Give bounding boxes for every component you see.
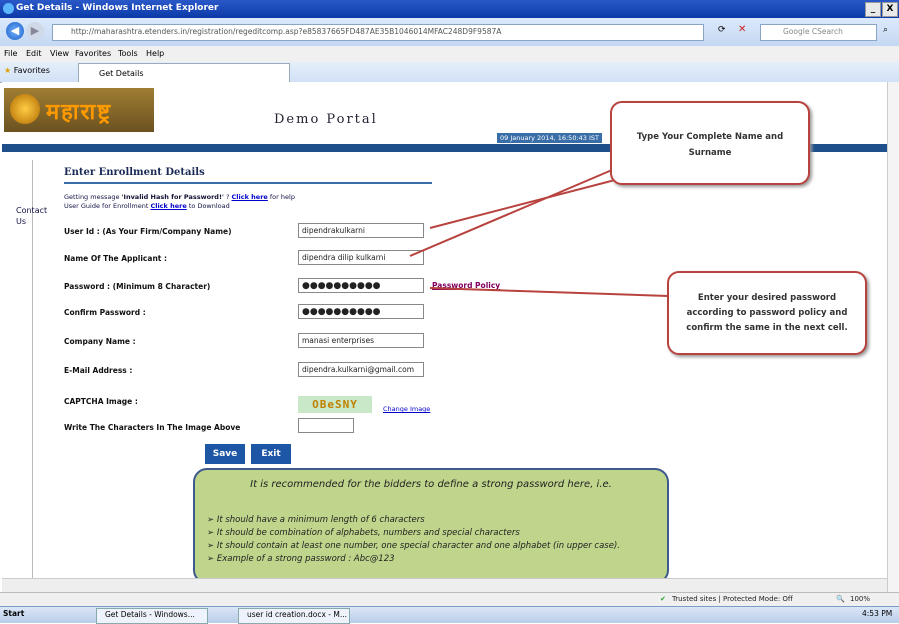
name-callout-pointer: [409, 169, 613, 257]
clock: 4:53 PM: [862, 609, 893, 618]
password-callout-text: Enter your desired password according to…: [686, 293, 848, 333]
vertical-scrollbar[interactable]: [887, 82, 899, 592]
password-callout-pointer: [429, 287, 669, 297]
task2-label: user id creation.docx - M...: [247, 610, 347, 619]
note-item: It should be combination of alphabets, n…: [207, 527, 620, 540]
password-callout: Enter your desired password according to…: [667, 271, 867, 355]
task1-label: Get Details - Windows...: [105, 610, 195, 619]
note-item: Example of a strong password : Abc@123: [207, 553, 620, 566]
checkmark-icon: ✔: [660, 595, 666, 603]
note-item: It should have a minimum length of 6 cha…: [207, 514, 620, 527]
password-recommendation-note: It is recommended for the bidders to def…: [193, 468, 669, 584]
note-item: It should contain at least one number, o…: [207, 540, 620, 553]
zoom-level[interactable]: 100%: [850, 595, 870, 603]
start-button[interactable]: Start: [3, 609, 24, 618]
zone-status: Trusted sites | Protected Mode: Off: [672, 595, 793, 603]
taskbar: Start Get Details - Windows... user id c…: [0, 606, 899, 624]
status-bar: ✔ Trusted sites | Protected Mode: Off 🔍 …: [0, 592, 899, 607]
note-list: It should have a minimum length of 6 cha…: [207, 514, 620, 566]
note-heading: It is recommended for the bidders to def…: [250, 479, 612, 490]
zoom-icon: 🔍: [836, 595, 845, 603]
name-callout: Type Your Complete Name and Surname: [610, 101, 810, 185]
name-callout-text: Type Your Complete Name and Surname: [636, 132, 784, 158]
horizontal-scrollbar[interactable]: [2, 578, 887, 593]
name-callout-pointer-2: [429, 179, 616, 229]
